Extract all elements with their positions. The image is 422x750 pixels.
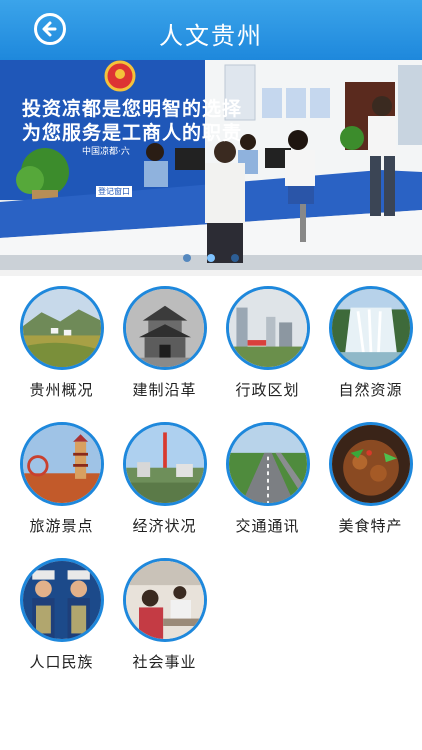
tile-label: 社会事业 xyxy=(132,653,197,671)
transport-communication-image xyxy=(225,422,310,506)
population-ethnicity-image xyxy=(19,558,104,642)
tile-transport-communication[interactable]: 交通通讯 xyxy=(216,422,319,536)
banner-slogan-line2: 为您服务是工商人的职责 xyxy=(22,122,243,144)
administrative-division-image xyxy=(225,286,310,370)
carousel-dots xyxy=(0,254,422,262)
carousel-dot[interactable] xyxy=(231,254,239,262)
category-grid: 贵州概况 建制沿革 行政区划 自然资源 旅游景点 经济状况 交通通讯 美食特产 … xyxy=(10,286,422,672)
food-specialties-image xyxy=(328,422,413,506)
banner-desk-sign: 登记窗口 xyxy=(96,186,132,197)
tourist-attractions-image xyxy=(19,422,104,506)
tile-natural-resources[interactable]: 自然资源 xyxy=(319,286,422,400)
tile-food-specialties[interactable]: 美食特产 xyxy=(319,422,422,536)
divider xyxy=(0,270,422,276)
carousel-dot-active[interactable] xyxy=(207,254,215,262)
banner-image xyxy=(0,60,422,270)
app-header: 人文贵州 xyxy=(0,0,422,60)
social-affairs-image xyxy=(122,558,207,642)
tile-label: 自然资源 xyxy=(338,381,403,399)
tile-tourist-attractions[interactable]: 旅游景点 xyxy=(10,422,113,536)
tile-economy[interactable]: 经济状况 xyxy=(113,422,216,536)
banner-slogan-line1: 投资凉都是您明智的选择 xyxy=(22,98,243,120)
tile-label: 交通通讯 xyxy=(235,517,300,535)
tile-administrative-division[interactable]: 行政区划 xyxy=(216,286,319,400)
tile-label: 美食特产 xyxy=(338,517,403,535)
economy-image xyxy=(122,422,207,506)
tile-social-affairs[interactable]: 社会事业 xyxy=(113,558,216,672)
banner-slogan-sub: 中国凉都·六 xyxy=(82,147,130,157)
tile-label: 旅游景点 xyxy=(29,517,94,535)
tile-label: 建制沿革 xyxy=(132,381,197,399)
history-image xyxy=(122,286,207,370)
tile-label: 行政区划 xyxy=(235,381,300,399)
banner-carousel[interactable]: 投资凉都是您明智的选择 为您服务是工商人的职责 中国凉都·六 登记窗口 xyxy=(0,60,422,270)
tile-label: 人口民族 xyxy=(29,653,94,671)
natural-resources-image xyxy=(328,286,413,370)
tile-history[interactable]: 建制沿革 xyxy=(113,286,216,400)
guizhou-overview-image xyxy=(19,286,104,370)
carousel-dot[interactable] xyxy=(183,254,191,262)
tile-label: 经济状况 xyxy=(132,517,197,535)
tile-population-ethnicity[interactable]: 人口民族 xyxy=(10,558,113,672)
page-title: 人文贵州 xyxy=(159,22,263,50)
tile-guizhou-overview[interactable]: 贵州概况 xyxy=(10,286,113,400)
tile-label: 贵州概况 xyxy=(29,381,94,399)
